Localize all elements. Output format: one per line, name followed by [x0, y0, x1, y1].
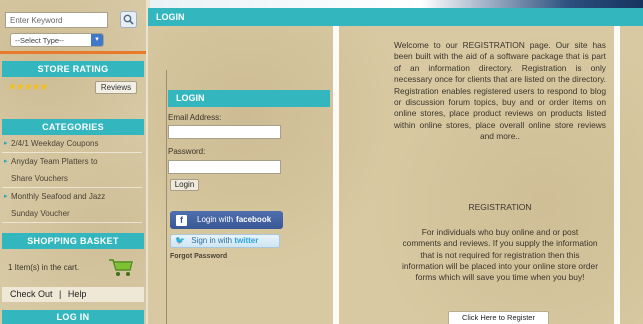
- bullet-icon: ▸: [4, 158, 8, 165]
- column-divider: [614, 26, 620, 324]
- account-links: Check Out | Help: [2, 287, 144, 302]
- reviews-button[interactable]: Reviews: [95, 81, 137, 94]
- email-label: Email Address:: [168, 113, 222, 122]
- bullet-icon: ▸: [4, 140, 8, 147]
- category-item[interactable]: ▸ Monthly Seafood and Jazz: [2, 188, 142, 205]
- type-select[interactable]: --Select Type-- ▾: [10, 33, 104, 47]
- column-divider: [333, 26, 339, 324]
- search-input[interactable]: Enter Keyword: [5, 12, 108, 28]
- page-title: LOGIN: [148, 8, 643, 26]
- twitter-bird-icon: 🐦: [175, 236, 185, 245]
- search-button[interactable]: [120, 11, 137, 28]
- checkout-link[interactable]: Check Out: [10, 289, 53, 299]
- facebook-brand: facebook: [236, 215, 272, 224]
- star-icon: ★: [15, 82, 25, 93]
- password-field[interactable]: [168, 160, 281, 174]
- star-icon: ★: [8, 82, 17, 93]
- categories-heading: CATEGORIES: [2, 119, 144, 135]
- search-icon: [123, 14, 134, 25]
- login-panel: [166, 70, 330, 324]
- category-item[interactable]: ▸ Anyday Team Platters to: [2, 153, 142, 170]
- twitter-signin-label: Sign in with: [191, 236, 233, 245]
- category-item[interactable]: ▸ 2/4/1 Weekday Coupons: [2, 135, 142, 153]
- star-icon: ★: [39, 82, 49, 93]
- star-icon: ★: [23, 82, 33, 93]
- facebook-login-button[interactable]: f Login with facebook: [170, 211, 283, 229]
- shopping-basket-heading: SHOPPING BASKET: [2, 233, 144, 249]
- password-label: Password:: [168, 147, 206, 156]
- login-heading: LOG IN: [2, 310, 144, 324]
- bullet-icon: ▸: [4, 193, 8, 200]
- header-decoration: [150, 0, 643, 8]
- twitter-brand: twitter: [234, 236, 259, 245]
- category-item-continued[interactable]: Sunday Voucher: [2, 205, 142, 223]
- forgot-password-link[interactable]: Forgot Password: [170, 253, 227, 260]
- twitter-signin-button[interactable]: 🐦 Sign in with twitter: [170, 234, 280, 248]
- link-separator: |: [59, 289, 62, 299]
- email-field[interactable]: [168, 125, 281, 139]
- welcome-text: Welcome to our REGISTRATION page. Our si…: [394, 40, 606, 142]
- type-select-value: --Select Type--: [15, 36, 65, 45]
- login-panel-title: LOGIN: [168, 90, 330, 107]
- star-icon: ★: [31, 82, 41, 93]
- help-link[interactable]: Help: [68, 289, 87, 299]
- facebook-icon: f: [176, 214, 187, 226]
- register-button[interactable]: Click Here to Register: [448, 311, 549, 324]
- registration-heading: REGISTRATION: [468, 202, 532, 212]
- facebook-login-label: Login with: [197, 215, 234, 224]
- orange-divider: [0, 51, 146, 54]
- star-rating: ★★★★★: [8, 82, 49, 93]
- login-button[interactable]: Login: [170, 179, 199, 191]
- categories-list: ▸ 2/4/1 Weekday Coupons ▸ Anyday Team Plat…: [2, 135, 142, 223]
- shopping-cart-icon[interactable]: [108, 257, 134, 277]
- chevron-down-icon: ▾: [91, 34, 103, 46]
- cart-count: 1 Item(s) in the cart.: [8, 263, 80, 272]
- category-item-continued[interactable]: Share Vouchers: [2, 170, 142, 188]
- registration-description: For individuals who buy online and or po…: [402, 227, 598, 283]
- store-rating-heading: STORE RATING: [2, 61, 144, 77]
